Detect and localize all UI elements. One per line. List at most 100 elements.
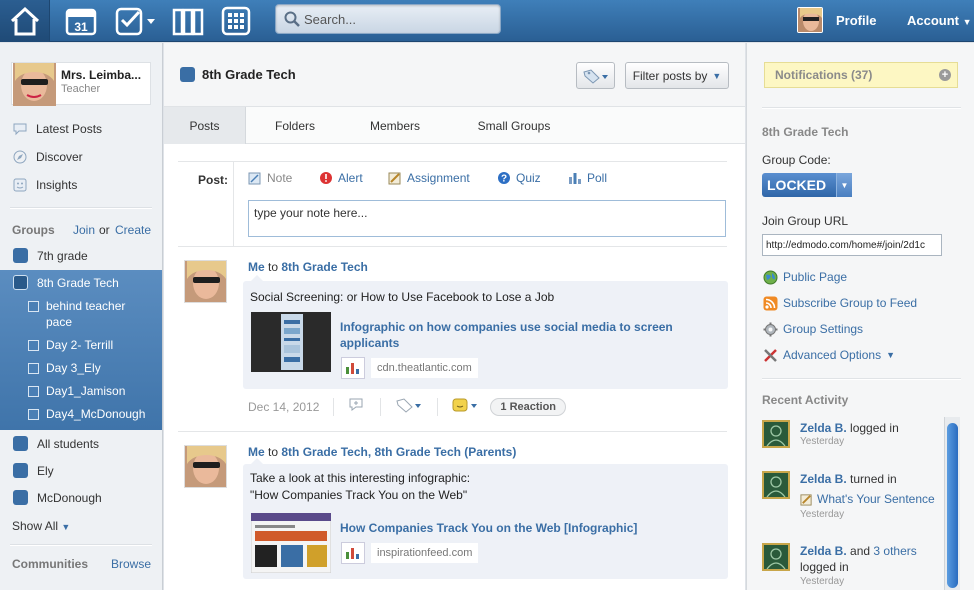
link-thumbnail[interactable] bbox=[251, 513, 331, 573]
subgroup-item[interactable]: Day 2- Terrill bbox=[28, 337, 113, 353]
link-preview-icon[interactable] bbox=[341, 542, 365, 564]
group-code-button[interactable]: LOCKED ▼ bbox=[762, 173, 852, 197]
subgroup-item[interactable]: Day4_McDonough bbox=[28, 406, 145, 422]
expand-icon[interactable]: + bbox=[939, 69, 951, 81]
tab-small-groups[interactable]: Small Groups bbox=[468, 107, 560, 144]
assignment-link[interactable]: What's Your Sentence bbox=[817, 491, 935, 507]
calendar-day: 31 bbox=[74, 20, 88, 34]
browse-communities-link[interactable]: Browse bbox=[111, 557, 151, 571]
avatar[interactable] bbox=[762, 471, 790, 499]
show-all-link[interactable]: Show All ▼ bbox=[12, 519, 70, 533]
search-input[interactable] bbox=[304, 11, 484, 27]
groups-heading: Groups bbox=[12, 223, 55, 237]
recent-activity-title: Recent Activity bbox=[762, 393, 849, 407]
activity-user-link[interactable]: Zelda B. bbox=[800, 421, 847, 435]
chevron-down-icon: ▼ bbox=[962, 17, 972, 27]
subgroup-checkbox[interactable] bbox=[28, 386, 39, 397]
subscribe-feed-link[interactable]: Subscribe Group to Feed bbox=[762, 295, 917, 311]
post-type-assignment[interactable]: Assignment bbox=[388, 171, 470, 185]
subgroup-checkbox[interactable] bbox=[28, 409, 39, 420]
activity-user-link[interactable]: Zelda B. bbox=[800, 472, 847, 486]
post-item: Me to 8th Grade Tech Social Screening: o… bbox=[178, 246, 728, 431]
subgroup-item[interactable]: Day1_Jamison bbox=[28, 383, 125, 399]
sidebar-item-discover[interactable]: Discover bbox=[12, 150, 83, 164]
sidebar-item-mcdonough[interactable]: McDonough bbox=[0, 486, 162, 509]
divider bbox=[10, 207, 152, 209]
link-title[interactable]: How Companies Track You on the Web [Info… bbox=[340, 520, 637, 536]
subgroup-item[interactable]: Day 3_Ely bbox=[28, 360, 101, 376]
group-color-swatch bbox=[180, 67, 195, 82]
recipient-link[interactable]: 8th Grade Tech, 8th Grade Tech (Parents) bbox=[281, 445, 516, 459]
apps-button[interactable] bbox=[215, 3, 257, 39]
divider bbox=[762, 107, 961, 109]
join-group-link[interactable]: Join bbox=[73, 223, 95, 237]
avatar[interactable] bbox=[184, 260, 227, 303]
post-type-poll[interactable]: Poll bbox=[568, 171, 607, 185]
filter-posts-dropdown[interactable]: Filter posts by ▼ bbox=[625, 62, 729, 89]
advanced-options-link[interactable]: Advanced Options ▼ bbox=[762, 347, 895, 363]
subgroup-checkbox[interactable] bbox=[28, 301, 39, 312]
group-color-swatch bbox=[13, 436, 28, 451]
activity-item: Zelda B. turned in What's Your Sentence … bbox=[762, 471, 947, 527]
group-settings-link[interactable]: Group Settings bbox=[762, 321, 863, 337]
subgroup-item[interactable]: behind teacher pace bbox=[28, 298, 138, 330]
link-thumbnail[interactable] bbox=[251, 312, 331, 372]
tag-icon[interactable] bbox=[395, 397, 423, 416]
profile-avatar[interactable] bbox=[797, 7, 823, 33]
tab-label: Members bbox=[369, 118, 420, 133]
group-color-swatch bbox=[13, 463, 28, 478]
reaction-icon[interactable] bbox=[452, 397, 480, 416]
join-url-field[interactable] bbox=[762, 234, 942, 256]
account-menu[interactable]: Account ▼ bbox=[907, 13, 972, 28]
home-button[interactable] bbox=[0, 0, 50, 42]
sender-link[interactable]: Me bbox=[248, 445, 265, 459]
filter-label: Filter posts by bbox=[632, 68, 708, 83]
chevron-down-icon[interactable]: ▼ bbox=[836, 173, 852, 197]
subgroup-checkbox[interactable] bbox=[28, 363, 39, 374]
post-type-label: Poll bbox=[587, 171, 608, 185]
tag-filter-button[interactable] bbox=[576, 62, 615, 89]
svg-text:?: ? bbox=[501, 174, 507, 185]
recipient-link[interactable]: 8th Grade Tech bbox=[281, 260, 367, 274]
link-title-line: Infographic on how companies use social … bbox=[340, 320, 673, 334]
public-page-link[interactable]: Public Page bbox=[762, 269, 847, 285]
user-card[interactable]: Mrs. Leimba... Teacher bbox=[11, 62, 151, 106]
post-type-alert[interactable]: Alert bbox=[319, 171, 363, 185]
sidebar-item-8th-grade-tech[interactable]: 8th Grade Tech bbox=[0, 271, 162, 294]
activity-user-link[interactable]: Zelda B. bbox=[800, 544, 847, 558]
search-box[interactable] bbox=[275, 4, 501, 34]
others-link[interactable]: 3 others bbox=[873, 544, 916, 558]
link-title[interactable]: Infographic on how companies use social … bbox=[340, 319, 673, 351]
post-type-note[interactable]: Note bbox=[248, 171, 292, 185]
avatar[interactable] bbox=[184, 445, 227, 488]
tab-members[interactable]: Members bbox=[360, 107, 430, 144]
sidebar-item-insights[interactable]: Insights bbox=[12, 178, 77, 192]
books-icon bbox=[172, 8, 204, 36]
activity-text: Zelda B. logged in bbox=[800, 420, 899, 436]
reaction-count-badge[interactable]: 1 Reaction bbox=[490, 397, 567, 416]
note-input[interactable]: type your note here... bbox=[248, 200, 726, 237]
subgroup-checkbox[interactable] bbox=[28, 340, 39, 351]
profile-link[interactable]: Profile bbox=[836, 13, 876, 28]
sidebar-item-latest-posts[interactable]: Latest Posts bbox=[12, 122, 102, 136]
assignments-button[interactable] bbox=[112, 3, 158, 39]
notifications-panel[interactable]: Notifications (37) + bbox=[764, 62, 958, 88]
activity-scrollbar[interactable] bbox=[944, 417, 960, 590]
rss-icon bbox=[762, 295, 778, 311]
scrollbar-thumb[interactable] bbox=[947, 423, 958, 588]
tab-folders[interactable]: Folders bbox=[260, 107, 330, 144]
avatar[interactable] bbox=[762, 420, 790, 448]
sidebar-item-ely[interactable]: Ely bbox=[0, 459, 162, 482]
divider bbox=[233, 162, 234, 247]
library-button[interactable] bbox=[167, 3, 209, 39]
sender-link[interactable]: Me bbox=[248, 260, 265, 274]
avatar[interactable] bbox=[762, 543, 790, 571]
sidebar-item-all-students[interactable]: All students bbox=[0, 432, 162, 455]
reply-icon[interactable] bbox=[348, 397, 366, 416]
sidebar-item-7th-grade[interactable]: 7th grade bbox=[0, 244, 162, 267]
tab-posts[interactable]: Posts bbox=[164, 107, 246, 144]
link-preview-icon[interactable] bbox=[341, 357, 365, 379]
create-group-link[interactable]: Create bbox=[115, 223, 151, 237]
calendar-button[interactable]: 31 bbox=[60, 3, 102, 39]
post-type-quiz[interactable]: ? Quiz bbox=[497, 171, 541, 185]
